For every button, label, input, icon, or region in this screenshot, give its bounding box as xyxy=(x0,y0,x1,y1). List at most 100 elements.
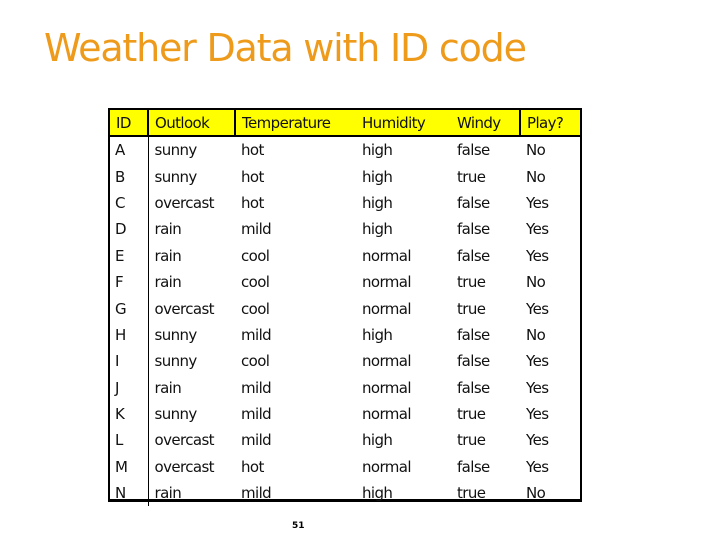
cell-play: No xyxy=(526,325,546,344)
cell-humidity: high xyxy=(362,325,393,344)
cell-play: Yes xyxy=(526,378,549,397)
cell-id: E xyxy=(110,242,149,269)
cell-windy: true xyxy=(457,299,486,318)
cell-temperature: mild xyxy=(241,484,272,503)
cell-play: Yes xyxy=(526,246,549,265)
cell-humidity: high xyxy=(362,193,393,212)
cell-outlook: rain xyxy=(154,273,182,292)
cell-humidity: normal xyxy=(362,246,412,265)
cell-humidity: high xyxy=(362,167,393,186)
column-header-windy: Windy xyxy=(451,110,521,137)
table-row: Movercast hot normal false Yes xyxy=(110,453,580,481)
cell-temperature: mild xyxy=(241,378,272,397)
table-row: Lovercast mild high true Yes xyxy=(110,427,580,454)
cell-humidity: normal xyxy=(362,405,412,424)
column-header-humidity: Humidity xyxy=(356,110,451,137)
cell-humidity: normal xyxy=(362,273,412,292)
cell-windy: true xyxy=(457,484,486,503)
cell-temperature: hot xyxy=(241,141,264,160)
cell-temperature: mild xyxy=(241,405,272,424)
cell-outlook: sunny xyxy=(154,167,198,186)
cell-humidity: high xyxy=(362,220,393,239)
cell-outlook: rain xyxy=(154,220,182,239)
cell-humidity: high xyxy=(362,484,393,503)
table-row: Jrain mild normal false Yes xyxy=(110,374,580,401)
cell-windy: true xyxy=(457,431,486,450)
cell-id: K xyxy=(110,400,149,428)
cell-id: G xyxy=(110,295,149,322)
cell-outlook: overcast xyxy=(154,431,215,450)
cell-id: B xyxy=(110,163,149,190)
slide-title: Weather Data with ID code xyxy=(44,26,527,70)
cell-id: F xyxy=(110,268,149,296)
cell-id: M xyxy=(110,453,149,481)
cell-play: No xyxy=(526,167,546,186)
cell-windy: true xyxy=(457,405,486,424)
table-row: Isunny cool normal false Yes xyxy=(110,348,580,375)
cell-id: N xyxy=(110,480,149,507)
cell-outlook: rain xyxy=(154,378,182,397)
cell-humidity: normal xyxy=(362,378,412,397)
page-number: 51 xyxy=(292,521,305,531)
cell-play: Yes xyxy=(526,193,549,212)
column-header-play: Play? xyxy=(520,110,580,137)
cell-play: No xyxy=(526,141,546,160)
cell-outlook: rain xyxy=(154,246,182,265)
table-row: Nrain mild high true No xyxy=(110,480,580,507)
table-header-row: ID Outlook Temperature Humidity Windy Pl… xyxy=(110,110,580,137)
cell-humidity: high xyxy=(362,431,393,450)
cell-humidity: normal xyxy=(362,457,412,476)
cell-id: C xyxy=(110,189,149,217)
cell-windy: true xyxy=(457,167,486,186)
table-row: Ksunny mild normal true Yes xyxy=(110,400,580,428)
cell-humidity: high xyxy=(362,141,393,160)
cell-play: No xyxy=(526,273,546,292)
table-body: Asunny hot high false No Bsunny hot high true No C… xyxy=(110,136,580,507)
table-row: Drain mild high false Yes xyxy=(110,216,580,243)
cell-id: L xyxy=(110,427,149,454)
cell-humidity: normal xyxy=(362,299,412,318)
cell-windy: true xyxy=(457,273,486,292)
cell-play: Yes xyxy=(526,299,549,318)
cell-play: No xyxy=(526,484,546,503)
cell-outlook: sunny xyxy=(154,352,198,371)
table-row: Asunny hot high false No xyxy=(110,136,580,164)
cell-temperature: mild xyxy=(241,431,272,450)
table-row: Erain cool normal false Yes xyxy=(110,242,580,269)
cell-temperature: cool xyxy=(241,246,270,265)
cell-play: Yes xyxy=(526,220,549,239)
cell-temperature: mild xyxy=(241,325,272,344)
table-row: Frain cool normal true No xyxy=(110,268,580,296)
cell-id: A xyxy=(110,136,149,164)
cell-temperature: hot xyxy=(241,457,264,476)
cell-outlook: sunny xyxy=(154,141,198,160)
cell-temperature: hot xyxy=(241,193,264,212)
cell-outlook: overcast xyxy=(154,193,215,212)
cell-outlook: overcast xyxy=(154,299,215,318)
cell-windy: false xyxy=(457,352,490,371)
cell-id: D xyxy=(110,216,149,243)
cell-humidity: normal xyxy=(362,352,412,371)
cell-windy: false xyxy=(457,325,490,344)
cell-windy: false xyxy=(457,246,490,265)
column-header-id: ID xyxy=(110,110,149,137)
cell-temperature: cool xyxy=(241,299,270,318)
cell-id: I xyxy=(110,348,149,375)
cell-play: Yes xyxy=(526,431,549,450)
cell-temperature: hot xyxy=(241,167,264,186)
cell-windy: false xyxy=(457,193,490,212)
cell-play: Yes xyxy=(526,457,549,476)
cell-outlook: overcast xyxy=(154,457,215,476)
weather-table-container: ID Outlook Temperature Humidity Windy Pl… xyxy=(108,108,582,507)
cell-outlook: sunny xyxy=(154,405,198,424)
table-row: Covercast hot high false Yes xyxy=(110,189,580,217)
cell-play: Yes xyxy=(526,405,549,424)
table-row: Bsunny hot high true No xyxy=(110,163,580,190)
cell-windy: false xyxy=(457,457,490,476)
table-row: Hsunny mild high false No xyxy=(110,321,580,349)
cell-outlook: rain xyxy=(154,484,182,503)
cell-id: J xyxy=(110,374,149,401)
column-header-temperature: Temperature xyxy=(235,110,356,137)
table-row: Govercast cool normal true Yes xyxy=(110,295,580,322)
cell-temperature: cool xyxy=(241,352,270,371)
